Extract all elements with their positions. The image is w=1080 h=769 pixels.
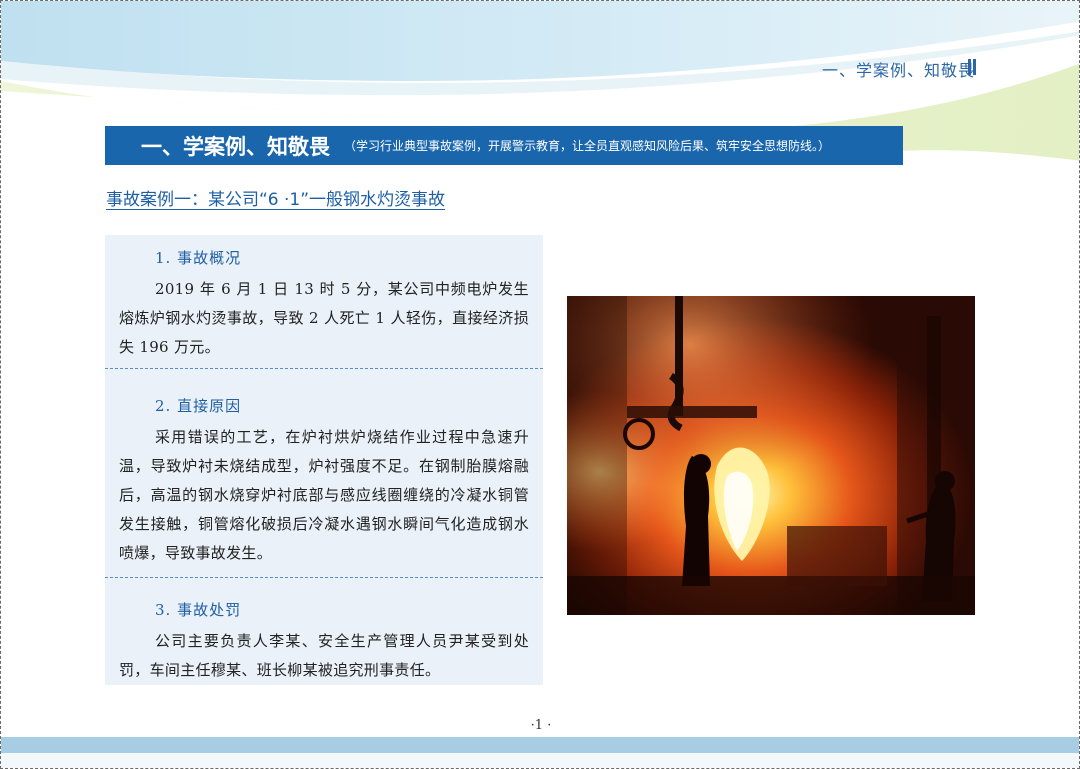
page-number: ·1 ·: [530, 718, 552, 733]
case-block-overview: 1. 事故概况 2019 年 6 月 1 日 13 时 5 分，某公司中频电炉发…: [105, 247, 543, 362]
block-heading: 3. 事故处罚: [155, 601, 242, 619]
section-banner: 一、学案例、知敬畏 （学习行业典型事故案例，开展警示教育，让全员直观感知风险后果…: [105, 126, 903, 165]
case-title: 事故案例一：某公司“6 ·1”一般钢水灼烫事故: [106, 190, 446, 210]
block-text: 采用错误的工艺，在炉衬烘炉烧结作业过程中急速升温，导致炉衬未烧结成型，炉衬强度不…: [119, 428, 529, 562]
footer-band-light: [1, 753, 1079, 768]
running-header-title: 一、学案例、知敬畏: [821, 61, 975, 80]
block-heading: 1. 事故概况: [155, 249, 242, 267]
steel-furnace-photo: [567, 296, 975, 615]
document-page: 一、学案例、知敬畏 一、学案例、知敬畏 （学习行业典型事故案例，开展警示教育，让…: [0, 0, 1080, 769]
dashed-divider: [105, 577, 543, 578]
header-bars-icon: [968, 59, 977, 75]
case-details-panel: 1. 事故概况 2019 年 6 月 1 日 13 时 5 分，某公司中频电炉发…: [105, 235, 543, 685]
section-title: 一、学案例、知敬畏: [141, 134, 330, 159]
block-text: 公司主要负责人李某、安全生产管理人员尹某受到处罚，车间主任穆某、班长柳某被追究刑…: [119, 632, 529, 679]
block-heading: 2. 直接原因: [155, 397, 242, 415]
section-subtitle: （学习行业典型事故案例，开展警示教育，让全员直观感知风险后果、筑牢安全思想防线。…: [344, 139, 831, 153]
case-block-penalty: 3. 事故处罚 公司主要负责人李某、安全生产管理人员尹某受到处罚，车间主任穆某、…: [105, 599, 543, 685]
footer-band: [1, 737, 1079, 753]
block-text: 2019 年 6 月 1 日 13 时 5 分，某公司中频电炉发生熔炼炉钢水灼烫…: [119, 280, 529, 356]
dashed-divider: [105, 368, 543, 369]
case-block-direct-cause: 2. 直接原因 采用错误的工艺，在炉衬烘炉烧结作业过程中急速升温，导致炉衬未烧结…: [105, 395, 543, 568]
